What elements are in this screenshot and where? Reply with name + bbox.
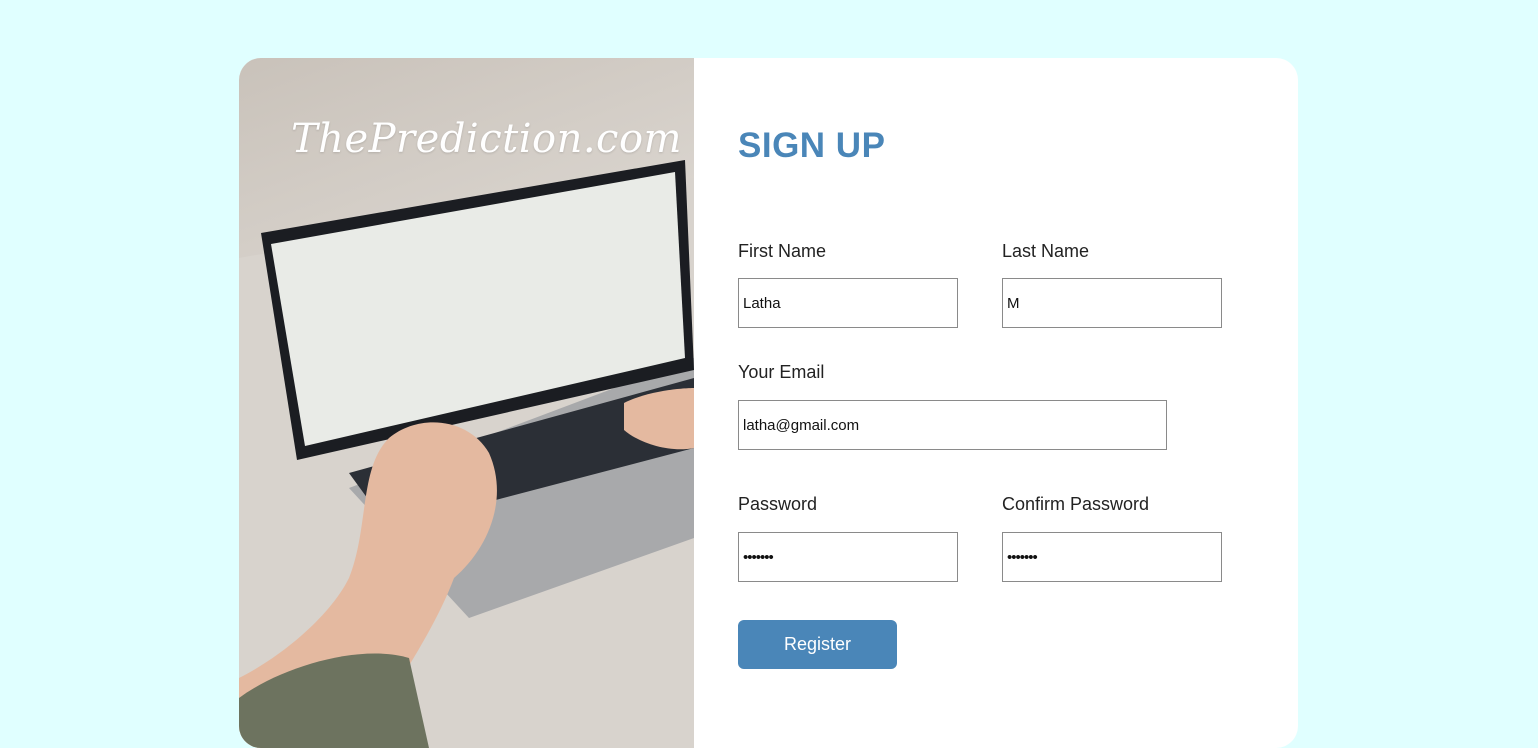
confirm-password-label: Confirm Password [1002,494,1150,514]
password-label: Password [738,494,818,514]
hero-image: ThePrediction.com [239,58,694,748]
email-label: Your Email [738,362,825,382]
email-input[interactable] [738,400,1167,450]
register-button[interactable]: Register [738,620,897,669]
signup-form: SIGN UP First Name Last Name Your Email … [694,58,1298,748]
first-name-label: First Name [738,241,827,261]
first-name-input[interactable] [738,278,958,328]
page-title: SIGN UP [738,126,886,165]
signup-card: ThePrediction.com SIGN UP First Name Las… [239,58,1298,748]
confirm-password-input[interactable] [1002,532,1222,582]
password-input[interactable] [738,532,958,582]
brand-logo: ThePrediction.com [291,116,682,162]
last-name-label: Last Name [1002,241,1090,261]
last-name-input[interactable] [1002,278,1222,328]
